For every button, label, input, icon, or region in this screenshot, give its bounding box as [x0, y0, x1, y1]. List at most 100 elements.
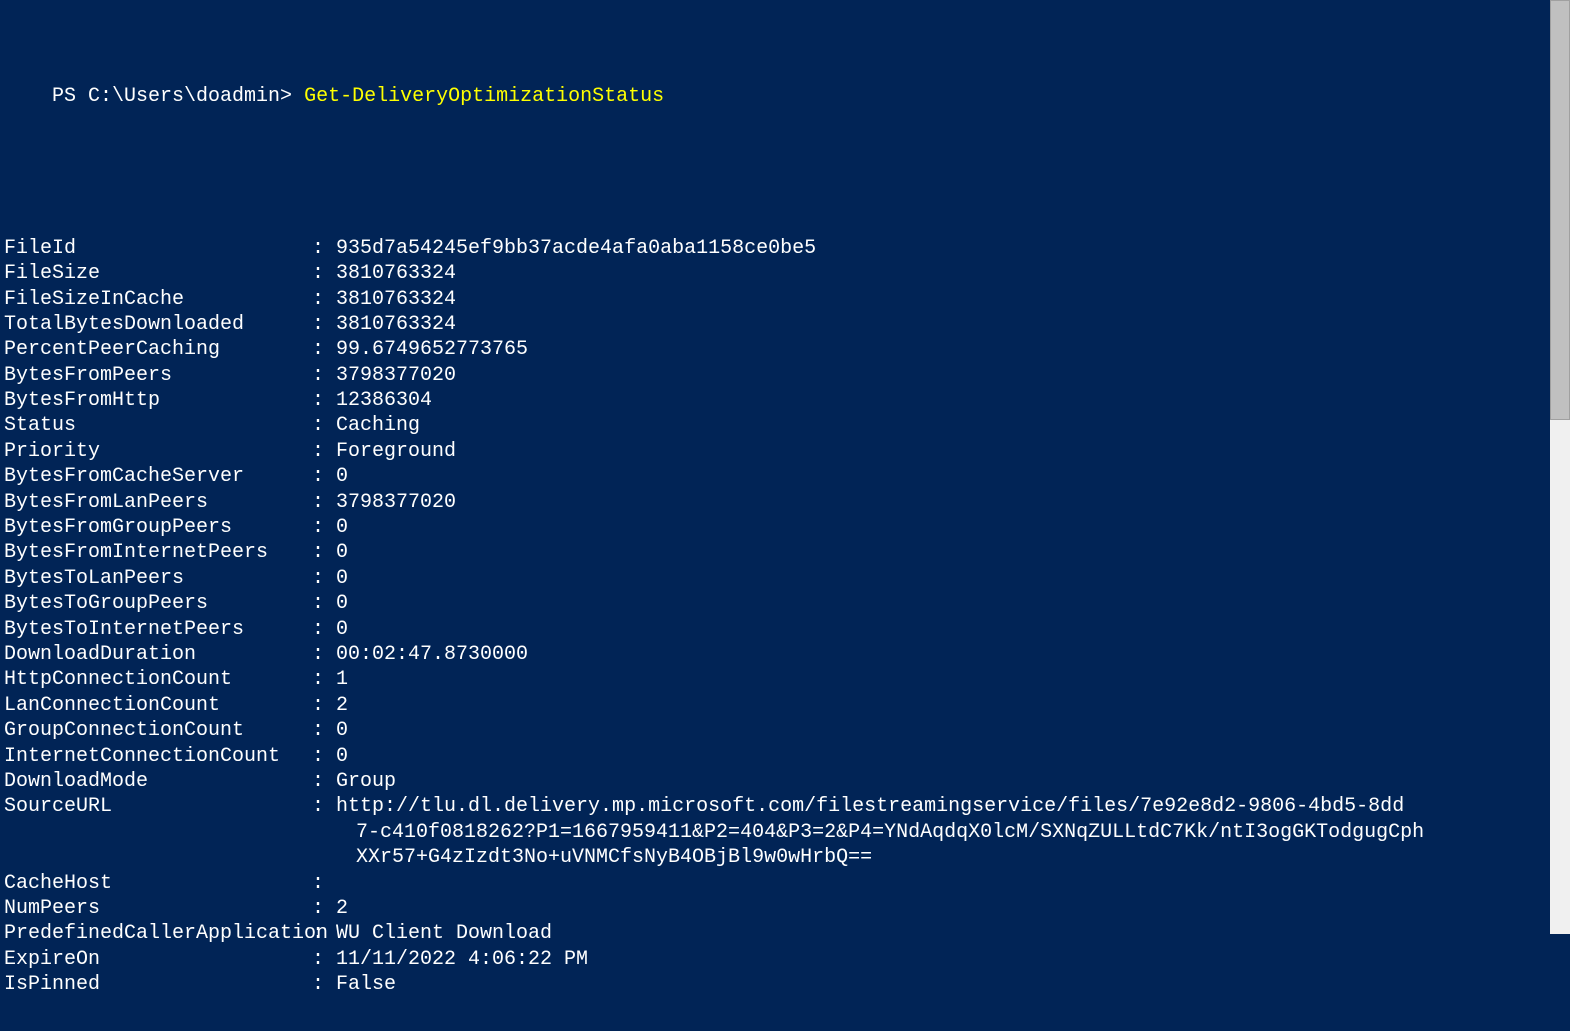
- property-value: 99.6749652773765: [336, 337, 528, 362]
- output-row: BytesToLanPeers: 0: [4, 566, 1566, 591]
- output-row: DownloadDuration: 00:02:47.8730000: [4, 642, 1566, 667]
- output-row: BytesFromHttp: 12386304: [4, 388, 1566, 413]
- property-separator: :: [312, 617, 336, 642]
- property-separator: :: [312, 947, 336, 972]
- property-key: LanConnectionCount: [4, 693, 312, 718]
- property-separator: :: [312, 693, 336, 718]
- property-separator: :: [312, 718, 336, 743]
- property-value: 0: [336, 591, 348, 616]
- property-key: ExpireOn: [4, 947, 312, 972]
- property-value: 1: [336, 667, 348, 692]
- property-key: DownloadMode: [4, 769, 312, 794]
- property-key: GroupConnectionCount: [4, 718, 312, 743]
- property-value: 11/11/2022 4:06:22 PM: [336, 947, 588, 972]
- property-value: 3810763324: [336, 287, 456, 312]
- property-separator: :: [312, 287, 336, 312]
- property-separator: :: [312, 439, 336, 464]
- property-separator: :: [312, 794, 336, 819]
- property-key: BytesFromHttp: [4, 388, 312, 413]
- property-key: TotalBytesDownloaded: [4, 312, 312, 337]
- property-value: 0: [336, 515, 348, 540]
- property-key: BytesToGroupPeers: [4, 591, 312, 616]
- property-key: BytesFromCacheServer: [4, 464, 312, 489]
- output-row: Priority: Foreground: [4, 439, 1566, 464]
- property-key: CacheHost: [4, 871, 312, 896]
- property-value: 0: [336, 540, 348, 565]
- property-separator: :: [312, 591, 336, 616]
- property-key: DownloadDuration: [4, 642, 312, 667]
- output-row: SourceURL: http://tlu.dl.delivery.mp.mic…: [4, 794, 1566, 819]
- property-value: Caching: [336, 413, 420, 438]
- property-value: 0: [336, 566, 348, 591]
- property-separator: :: [312, 261, 336, 286]
- property-value: Group: [336, 769, 396, 794]
- output-row: LanConnectionCount: 2: [4, 693, 1566, 718]
- property-separator: :: [312, 566, 336, 591]
- prompt-line: PS C:\Users\doadmin> Get-DeliveryOptimiz…: [4, 59, 1566, 135]
- property-key: BytesToInternetPeers: [4, 617, 312, 642]
- output-row: BytesToGroupPeers: 0: [4, 591, 1566, 616]
- output-row: BytesFromLanPeers: 3798377020: [4, 490, 1566, 515]
- scrollbar-thumb[interactable]: [1550, 0, 1570, 420]
- property-key: IsPinned: [4, 972, 312, 997]
- property-separator: :: [312, 871, 336, 896]
- property-key: Priority: [4, 439, 312, 464]
- property-value: 0: [336, 744, 348, 769]
- property-key: FileSize: [4, 261, 312, 286]
- property-separator: :: [312, 312, 336, 337]
- property-separator: :: [312, 464, 336, 489]
- property-key: FileId: [4, 236, 312, 261]
- property-value: 2: [336, 693, 348, 718]
- property-key: BytesFromInternetPeers: [4, 540, 312, 565]
- property-key: NumPeers: [4, 896, 312, 921]
- property-key: Status: [4, 413, 312, 438]
- property-key: PercentPeerCaching: [4, 337, 312, 362]
- output-body: FileId: 935d7a54245ef9bb37acde4afa0aba11…: [4, 236, 1566, 998]
- property-separator: :: [312, 490, 336, 515]
- property-key: BytesFromLanPeers: [4, 490, 312, 515]
- property-key: BytesFromGroupPeers: [4, 515, 312, 540]
- output-row: IsPinned: False: [4, 972, 1566, 997]
- property-separator: :: [312, 540, 336, 565]
- property-value: http://tlu.dl.delivery.mp.microsoft.com/…: [336, 794, 1404, 819]
- output-row: BytesFromGroupPeers: 0: [4, 515, 1566, 540]
- output-row: NumPeers: 2: [4, 896, 1566, 921]
- property-value: 0: [336, 718, 348, 743]
- property-separator: :: [312, 515, 336, 540]
- vertical-scrollbar[interactable]: [1550, 0, 1570, 934]
- property-value: 3798377020: [336, 490, 456, 515]
- property-separator: :: [312, 667, 336, 692]
- property-value: 935d7a54245ef9bb37acde4afa0aba1158ce0be5: [336, 236, 816, 261]
- property-key: InternetConnectionCount: [4, 744, 312, 769]
- property-value: 00:02:47.8730000: [336, 642, 528, 667]
- property-key: BytesToLanPeers: [4, 566, 312, 591]
- output-row: CacheHost:: [4, 871, 1566, 896]
- property-key: HttpConnectionCount: [4, 667, 312, 692]
- terminal-output[interactable]: PS C:\Users\doadmin> Get-DeliveryOptimiz…: [4, 8, 1566, 1023]
- output-row: HttpConnectionCount: 1: [4, 667, 1566, 692]
- output-row: BytesFromCacheServer: 0: [4, 464, 1566, 489]
- property-value: Foreground: [336, 439, 456, 464]
- property-key: SourceURL: [4, 794, 312, 819]
- property-separator: :: [312, 388, 336, 413]
- output-row: FileSizeInCache: 3810763324: [4, 287, 1566, 312]
- property-value: 3810763324: [336, 261, 456, 286]
- property-separator: :: [312, 744, 336, 769]
- property-separator: :: [312, 236, 336, 261]
- property-key: BytesFromPeers: [4, 363, 312, 388]
- prompt-prefix: PS C:\Users\doadmin>: [52, 85, 304, 108]
- property-value: 0: [336, 617, 348, 642]
- property-value: 3810763324: [336, 312, 456, 337]
- property-key: FileSizeInCache: [4, 287, 312, 312]
- property-separator: :: [312, 363, 336, 388]
- output-row: Status: Caching: [4, 413, 1566, 438]
- output-row: InternetConnectionCount: 0: [4, 744, 1566, 769]
- output-row: DownloadMode: Group: [4, 769, 1566, 794]
- property-value: 0: [336, 464, 348, 489]
- output-row: PercentPeerCaching: 99.6749652773765: [4, 337, 1566, 362]
- output-row: ExpireOn: 11/11/2022 4:06:22 PM: [4, 947, 1566, 972]
- property-separator: :: [312, 896, 336, 921]
- property-separator: :: [312, 337, 336, 362]
- property-separator: :: [312, 972, 336, 997]
- property-value-continuation: 7-c410f0818262?P1=1667959411&P2=404&P3=2…: [4, 820, 1442, 845]
